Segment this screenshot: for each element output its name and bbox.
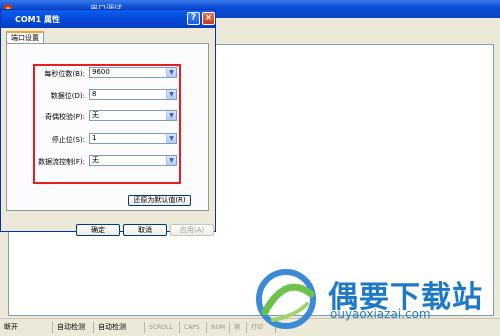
flow-control-select[interactable]: 无 ▼ — [89, 155, 177, 166]
close-icon[interactable]: × — [202, 12, 215, 25]
watermark-logo-icon — [256, 269, 316, 329]
data-bits-value: 8 — [92, 90, 97, 98]
chevron-down-icon[interactable]: ▼ — [166, 134, 176, 143]
ok-button[interactable]: 确定 — [76, 224, 120, 236]
com-properties-dialog: COM1 属性 ? × 端口设置 每秒位数(B): 9600 ▼ 数据位(D):… — [0, 9, 216, 236]
restore-defaults-button[interactable]: 还原为默认值(R) — [128, 195, 191, 206]
flow-control-label: 数据流控制(F): — [38, 158, 85, 166]
help-icon[interactable]: ? — [187, 12, 200, 25]
chevron-down-icon[interactable]: ▼ — [166, 68, 176, 77]
dialog-title: COM1 属性 — [15, 15, 60, 24]
parity-value: 无 — [92, 111, 99, 119]
status-detect-1: 自动检测 — [53, 322, 94, 333]
status-capture: 捕 — [230, 322, 247, 333]
status-num: NUM — [207, 322, 230, 333]
chevron-down-icon[interactable]: ▼ — [166, 156, 176, 165]
dialog-titlebar: COM1 属性 ? × — [1, 10, 215, 28]
stop-bits-select[interactable]: 1 ▼ — [89, 133, 177, 144]
status-caps: CAPS — [180, 322, 207, 333]
flow-control-value: 无 — [92, 156, 99, 164]
data-bits-label: 数据位(D): — [50, 92, 85, 100]
baud-rate-value: 9600 — [92, 68, 110, 76]
status-detect-2: 自动检测 — [94, 322, 145, 333]
parity-label: 奇偶校验(P): — [44, 113, 85, 121]
watermark-url: ouyaoxiazai.com — [330, 307, 431, 321]
baud-rate-label: 每秒位数(B): — [44, 70, 85, 78]
stop-bits-label: 停止位(S): — [51, 136, 85, 144]
cancel-button[interactable]: 取消 — [123, 224, 167, 236]
status-scroll: SCROLL — [145, 322, 180, 333]
chevron-down-icon[interactable]: ▼ — [166, 111, 176, 120]
parity-select[interactable]: 无 ▼ — [89, 110, 177, 121]
apply-button[interactable]: 应用(A) — [170, 224, 214, 236]
stop-bits-value: 1 — [92, 134, 97, 142]
chevron-down-icon[interactable]: ▼ — [166, 90, 176, 99]
data-bits-select[interactable]: 8 ▼ — [89, 89, 177, 100]
baud-rate-select[interactable]: 9600 ▼ — [89, 67, 177, 78]
status-connection: 断开 — [0, 322, 53, 333]
